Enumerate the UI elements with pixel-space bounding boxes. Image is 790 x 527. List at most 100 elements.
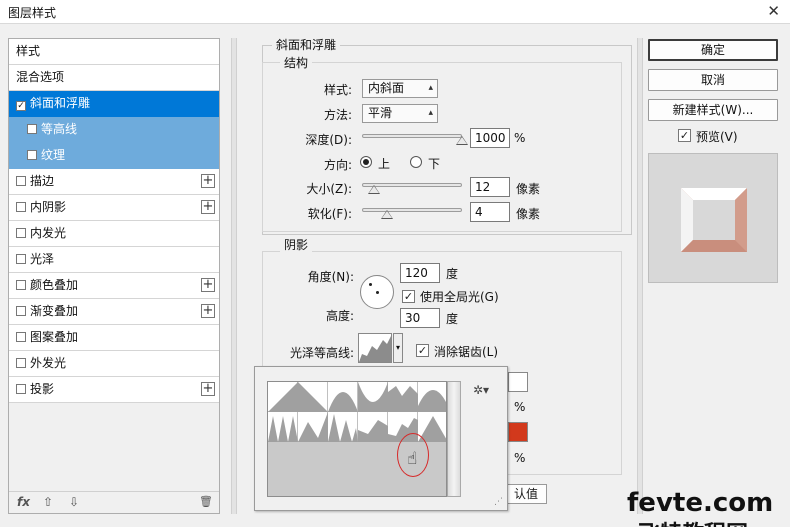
style-list-item[interactable]: 等高线 [9,117,219,143]
trash-icon[interactable]: 🗑 [199,495,213,508]
angle-dial-center [376,291,379,294]
style-list-item[interactable]: 内发光 [9,221,219,247]
global-light-checkbox[interactable]: ✓ [402,290,415,303]
reset-to-default-button[interactable]: 认值 [505,484,547,504]
depth-slider[interactable] [362,134,462,138]
contour-picker-scrollbar[interactable] [447,381,461,497]
style-list-item[interactable]: 内阴影 + [9,195,219,221]
contour-preset-item[interactable] [298,412,328,442]
depth-input[interactable]: 1000 [470,128,510,148]
style-list-item[interactable]: 图案叠加 [9,325,219,351]
style-list-item[interactable]: 描边 + [9,169,219,195]
direction-up-radio[interactable] [360,156,372,168]
style-list-item[interactable]: 外发光 [9,351,219,377]
style-list-item[interactable]: 渐变叠加 + [9,299,219,325]
style-list-item-label: 混合选项 [16,70,65,84]
add-style-instance-icon[interactable]: + [201,304,215,318]
hand-cursor-icon: ☝ [407,449,418,469]
soften-slider-thumb[interactable] [381,210,393,219]
style-checkbox[interactable] [16,358,26,368]
style-checkbox[interactable] [16,254,26,264]
highlight-color-swatch[interactable] [508,372,528,392]
move-up-icon[interactable]: ⇧ [43,495,53,509]
contour-preset-item[interactable] [358,382,388,412]
soften-unit: 像素 [516,207,541,221]
contour-curve-icon [388,386,418,412]
soften-input[interactable]: 4 [470,202,510,222]
contour-dropdown-arrow-icon[interactable]: ▾ [393,333,403,363]
add-style-instance-icon[interactable]: + [201,382,215,396]
add-style-instance-icon[interactable]: + [201,200,215,214]
contour-curve-icon [358,382,388,412]
depth-slider-thumb[interactable] [456,136,468,145]
bevel-emboss-title: 斜面和浮雕 [272,36,341,53]
preview-thumbnail [648,153,778,283]
ok-button[interactable]: 确定 [648,39,778,61]
contour-preset-item[interactable] [358,412,388,442]
direction-down-radio[interactable] [410,156,422,168]
updown-arrow-icon: ▴ [428,108,433,118]
style-select[interactable]: 内斜面 ▴ [362,79,438,98]
style-checkbox[interactable] [27,124,37,134]
style-checkbox[interactable] [16,176,26,186]
soften-label: 软化(F): [307,207,352,221]
style-checkbox[interactable] [16,228,26,238]
style-list-item-label: 颜色叠加 [30,278,79,292]
style-list-item[interactable]: 投影 + [9,377,219,403]
shading-title: 阴影 [280,236,313,253]
style-checkbox[interactable] [16,306,26,316]
preview-checkbox[interactable]: ✓ [678,129,691,142]
styles-list-toolbar: fx ⇧ ⇩ 🗑 [9,491,219,513]
fx-icon[interactable]: fx [17,495,30,509]
style-checkbox[interactable] [27,150,37,160]
watermark-domain: fevte.com [627,488,774,518]
style-list-item-label: 图案叠加 [30,330,79,344]
add-style-instance-icon[interactable]: + [201,174,215,188]
style-list-item[interactable]: 混合选项 [9,65,219,91]
close-icon[interactable]: ✕ [767,2,780,20]
angle-unit: 度 [446,267,459,281]
resize-grip-icon[interactable]: ⋰ [494,497,503,507]
size-input[interactable]: 12 [470,177,510,197]
style-list-item[interactable]: ✓ 斜面和浮雕 [9,91,219,117]
contour-preset-item[interactable] [418,382,446,412]
add-style-instance-icon[interactable]: + [201,278,215,292]
shadow-color-swatch[interactable] [508,422,528,442]
size-slider-thumb[interactable] [368,185,380,194]
style-list-item[interactable]: 光泽 [9,247,219,273]
style-list-item-label: 外发光 [30,356,67,370]
gear-icon[interactable]: ✲▾ [473,383,489,397]
contour-preset-item[interactable] [328,412,358,442]
altitude-input[interactable]: 30 [400,308,440,328]
angle-dial[interactable] [360,275,394,309]
contour-preset-item[interactable] [328,382,358,412]
style-checkbox[interactable] [16,384,26,394]
contour-preset-item[interactable] [388,382,418,412]
move-down-icon[interactable]: ⇩ [69,495,79,509]
style-list-item[interactable]: 样式 [9,39,219,65]
style-checkbox[interactable] [16,332,26,342]
method-select[interactable]: 平滑 ▴ [362,104,438,123]
contour-preset-item[interactable] [268,412,298,442]
new-style-button[interactable]: 新建样式(W)... [648,99,778,121]
gloss-contour-swatch[interactable] [358,333,392,363]
contour-curve-icon [328,392,358,412]
style-list-item-label: 描边 [30,174,55,188]
style-checkbox[interactable] [16,280,26,290]
style-list-item[interactable]: 纹理 [9,143,219,169]
style-list-item[interactable]: 颜色叠加 + [9,273,219,299]
reset-to-default-label: 认值 [513,487,538,501]
soften-slider[interactable] [362,208,462,212]
antialias-checkbox[interactable]: ✓ [416,344,429,357]
depth-unit: % [514,131,526,145]
style-checkbox[interactable] [16,202,26,212]
title-bar: 图层样式 ✕ [0,0,790,24]
window-title: 图层样式 [8,6,57,20]
style-checkbox[interactable]: ✓ [16,101,26,111]
angle-input[interactable]: 120 [400,263,440,283]
style-select-value: 内斜面 [368,81,405,95]
angle-dial-handle [369,283,372,286]
contour-preset-item[interactable] [298,382,328,412]
contour-preset-item[interactable] [268,382,298,412]
cancel-button[interactable]: 取消 [648,69,778,91]
